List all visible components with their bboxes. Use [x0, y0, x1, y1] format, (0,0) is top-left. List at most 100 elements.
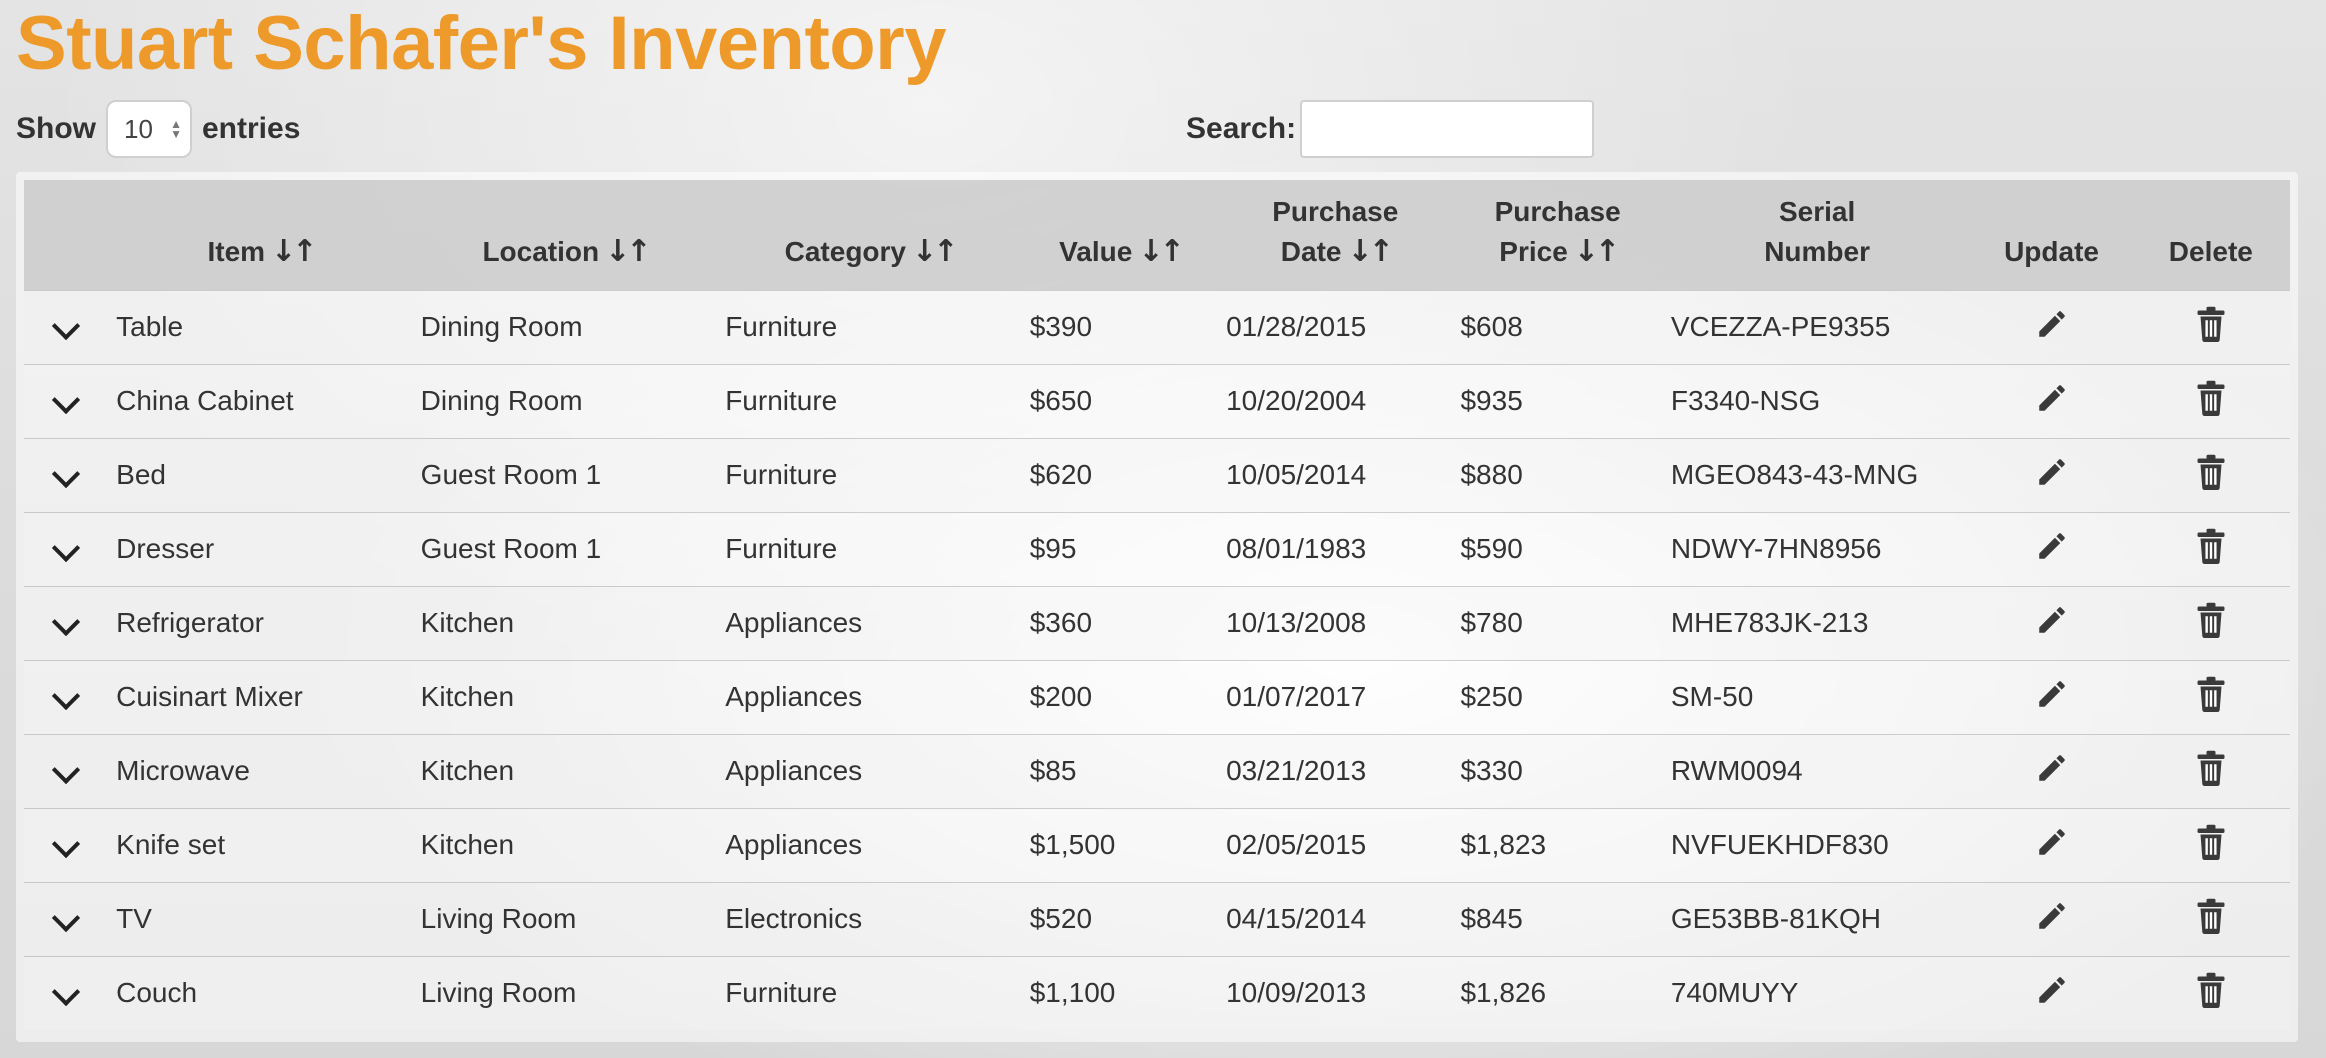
cell-location: Guest Room 1: [420, 533, 602, 564]
column-header-purchase-date[interactable]: Purchase Date ↓↑: [1218, 180, 1452, 290]
trash-icon[interactable]: [2196, 602, 2226, 645]
cell-category: Furniture: [725, 385, 838, 416]
table-row: Refrigerator Kitchen Appliances $360 10/13/2…: [24, 586, 2290, 660]
expand-cell[interactable]: [24, 438, 108, 512]
search-label: Search:: [1186, 112, 1297, 145]
pencil-icon[interactable]: [2035, 529, 2069, 570]
column-header-delete: Delete: [2168, 235, 2253, 267]
trash-icon[interactable]: [2196, 454, 2226, 497]
cell-value: $95: [1029, 533, 1077, 564]
entries-select[interactable]: 10 ▲ ▼: [106, 100, 192, 158]
expand-cell[interactable]: [24, 512, 108, 586]
expand-cell[interactable]: [24, 290, 108, 364]
cell-value: $650: [1029, 385, 1093, 416]
cell-location: Kitchen: [420, 607, 515, 638]
trash-icon[interactable]: [2196, 306, 2226, 349]
cell-item: Bed: [116, 459, 166, 490]
entries-select-value: 10: [124, 113, 153, 144]
expand-column-header: [24, 180, 108, 290]
cell-purchase-price: $780: [1460, 607, 1523, 638]
trash-icon[interactable]: [2196, 676, 2226, 719]
expand-cell[interactable]: [24, 808, 108, 882]
sort-icon: ↓↑: [271, 233, 317, 269]
search-input[interactable]: [1300, 100, 1595, 158]
column-header-item[interactable]: Item ↓↑: [108, 180, 413, 290]
trash-icon[interactable]: [2196, 824, 2226, 867]
sort-icon: ↓↑: [1347, 233, 1393, 269]
chevron-down-icon[interactable]: [51, 903, 81, 933]
entries-label: entries: [202, 112, 301, 145]
cell-purchase-price: $880: [1460, 459, 1523, 490]
chevron-down-icon[interactable]: [51, 681, 81, 711]
pencil-icon[interactable]: [2035, 307, 2069, 348]
sort-icon: ↓↑: [912, 233, 958, 269]
pencil-icon[interactable]: [2035, 899, 2069, 940]
delete-cell: [2132, 808, 2290, 882]
expand-cell[interactable]: [24, 734, 108, 808]
delete-cell: [2132, 364, 2290, 438]
expand-cell[interactable]: [24, 660, 108, 734]
expand-cell[interactable]: [24, 882, 108, 956]
cell-value: $620: [1029, 459, 1093, 490]
cell-purchase-date: 01/07/2017: [1226, 681, 1367, 712]
trash-icon[interactable]: [2196, 972, 2226, 1015]
cell-value: $1,500: [1029, 829, 1116, 860]
cell-item: Microwave: [116, 755, 250, 786]
pencil-icon[interactable]: [2035, 973, 2069, 1014]
cell-category: Furniture: [725, 459, 838, 490]
cell-serial: NVFUEKHDF830: [1670, 829, 1889, 860]
table-row: Dresser Guest Room 1 Furniture $95 08/01/198…: [24, 512, 2290, 586]
chevron-down-icon[interactable]: [51, 607, 81, 637]
trash-icon[interactable]: [2196, 898, 2226, 941]
cell-category: Appliances: [725, 755, 863, 786]
cell-location: Kitchen: [420, 829, 515, 860]
cell-item: China Cabinet: [116, 385, 294, 416]
cell-value: $360: [1029, 607, 1093, 638]
trash-icon[interactable]: [2196, 528, 2226, 571]
cell-serial: RWM0094: [1670, 755, 1803, 786]
delete-cell: [2132, 438, 2290, 512]
delete-cell: [2132, 882, 2290, 956]
cell-category: Appliances: [725, 607, 863, 638]
pencil-icon[interactable]: [2035, 825, 2069, 866]
pencil-icon[interactable]: [2035, 677, 2069, 718]
chevron-down-icon[interactable]: [51, 311, 81, 341]
table-row: Table Dining Room Furniture $390 01/28/2015 $…: [24, 290, 2290, 364]
chevron-down-icon[interactable]: [51, 829, 81, 859]
expand-cell[interactable]: [24, 586, 108, 660]
pencil-icon[interactable]: [2035, 751, 2069, 792]
pencil-icon[interactable]: [2035, 381, 2069, 422]
page-title: Stuart Schafer's Inventory: [16, 1, 947, 86]
column-header-location[interactable]: Location ↓↑: [413, 180, 718, 290]
column-header-value[interactable]: Value ↓↑: [1022, 180, 1218, 290]
select-arrows-icon: ▲ ▼: [170, 117, 182, 141]
cell-serial: GE53BB-81KQH: [1670, 903, 1881, 934]
cell-location: Guest Room 1: [420, 459, 602, 490]
entries-length-control: Show 10 ▲ ▼ entries: [16, 98, 300, 160]
trash-icon[interactable]: [2196, 380, 2226, 423]
cell-purchase-date: 04/15/2014: [1226, 903, 1367, 934]
column-header-category[interactable]: Category ↓↑: [717, 180, 1022, 290]
pencil-icon[interactable]: [2035, 455, 2069, 496]
expand-cell[interactable]: [24, 956, 108, 1030]
chevron-down-icon[interactable]: [51, 755, 81, 785]
chevron-down-icon[interactable]: [51, 978, 81, 1007]
delete-cell: [2132, 660, 2290, 734]
cell-item: TV: [116, 903, 152, 934]
trash-icon[interactable]: [2196, 750, 2226, 793]
cell-category: Furniture: [725, 977, 838, 1009]
chevron-down-icon[interactable]: [51, 459, 81, 489]
sort-icon: ↓↑: [605, 233, 651, 269]
cell-category: Appliances: [725, 829, 863, 860]
expand-cell[interactable]: [24, 364, 108, 438]
pencil-icon[interactable]: [2035, 603, 2069, 644]
cell-value: $1,100: [1029, 977, 1116, 1009]
cell-item: Cuisinart Mixer: [116, 681, 303, 712]
cell-item: Dresser: [116, 533, 215, 564]
chevron-down-icon[interactable]: [51, 385, 81, 415]
cell-serial: 740MUYY: [1670, 977, 1799, 1009]
chevron-down-icon[interactable]: [51, 533, 81, 563]
update-cell: [1971, 808, 2131, 882]
column-header-purchase-price[interactable]: Purchase Price ↓↑: [1452, 180, 1662, 290]
cell-purchase-date: 03/21/2013: [1226, 755, 1367, 786]
